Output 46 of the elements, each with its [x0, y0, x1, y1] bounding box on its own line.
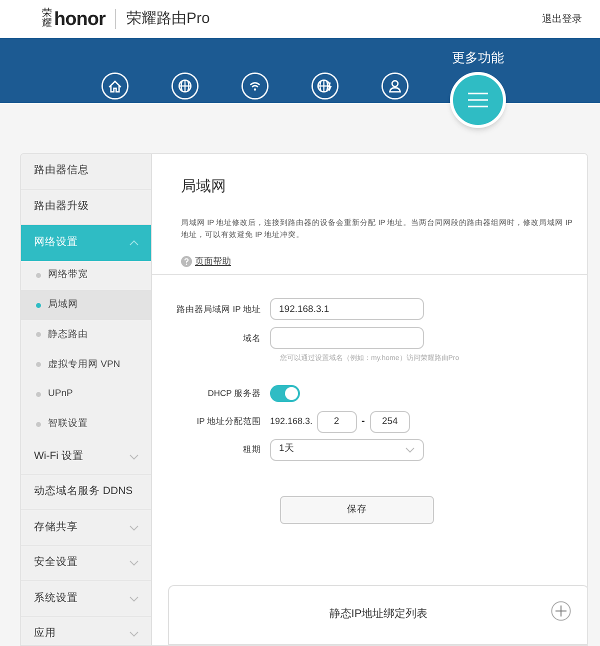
- lease-dropdown[interactable]: 1天: [270, 438, 424, 460]
- sidebar-item[interactable]: 应用: [21, 616, 151, 645]
- more-features-label: 更多功能: [452, 49, 504, 67]
- sidebar-item[interactable]: 安全设置: [21, 546, 151, 582]
- sidebar-subitem[interactable]: 网络带宽: [21, 260, 151, 290]
- product-name: 荣耀路由Pro: [126, 8, 210, 29]
- range-start-field[interactable]: 2: [316, 410, 357, 432]
- field-label: IP 地址分配范围: [196, 415, 262, 428]
- sidebar-item[interactable]: 动态域名服务 DDNS: [21, 474, 151, 510]
- logo: honor: [54, 10, 106, 28]
- sidebar-item[interactable]: 路由器信息: [21, 154, 151, 190]
- field-label: 租期: [242, 443, 262, 456]
- range-separator: -: [362, 415, 365, 429]
- page-title: 局域网: [181, 177, 227, 197]
- user-icon[interactable]: [381, 72, 409, 100]
- chevron-down-icon: [405, 446, 415, 452]
- sidebar-item[interactable]: Wi-Fi 设置: [21, 439, 151, 475]
- field-label: DHCP 服务器: [206, 386, 262, 400]
- globe-icon[interactable]: [171, 72, 199, 100]
- add-icon: [551, 600, 571, 621]
- sidebar-subitem[interactable]: 静态路由: [21, 320, 151, 350]
- wifi-icon[interactable]: [241, 72, 269, 100]
- field-label: 路由器局域网 IP 地址: [175, 302, 262, 316]
- sidebar-subitem[interactable]: 智联设置: [21, 409, 151, 440]
- range-end-field[interactable]: 254: [370, 410, 410, 432]
- home-icon[interactable]: [101, 72, 129, 100]
- ip-prefix: 192.168.3.: [270, 414, 313, 428]
- sidebar-item[interactable]: 存储共享: [21, 510, 151, 546]
- logout-link[interactable]: 退出登录: [542, 12, 582, 26]
- globe-bolt-icon[interactable]: [311, 72, 339, 100]
- help-icon: [181, 256, 192, 267]
- field-label: 域名: [242, 332, 262, 344]
- save-button[interactable]: 保存: [280, 496, 434, 524]
- sidebar-subitem[interactable]: 局域网: [21, 290, 151, 320]
- ip-address-field[interactable]: 192.168.3.1: [270, 298, 424, 320]
- sidebar-item[interactable]: 系统设置: [21, 581, 151, 617]
- domain-field[interactable]: [270, 327, 424, 349]
- card-title: 静态IP地址绑定列表: [329, 606, 428, 622]
- add-button[interactable]: [551, 600, 571, 621]
- sidebar-subitem[interactable]: UPnP: [21, 380, 151, 410]
- help-link[interactable]: 页面帮助: [195, 254, 231, 268]
- logo-mark: 荣耀: [42, 9, 52, 29]
- menu-button[interactable]: [450, 72, 506, 128]
- menu-icon: [467, 92, 489, 108]
- dhcp-toggle[interactable]: [270, 384, 300, 402]
- sidebar-subitem[interactable]: 虚拟专用网 VPN: [21, 350, 151, 380]
